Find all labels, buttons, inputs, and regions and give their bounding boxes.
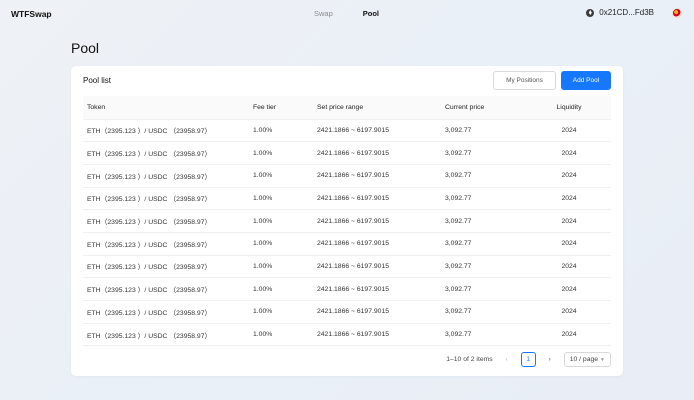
cell-current-price: 3,092.77 [441,323,545,347]
tab-swap[interactable]: Swap [314,9,333,18]
card-title: Pool list [83,76,112,85]
cell-token: ETH（2395.123 ）/ USDC （23958.97） [83,277,249,301]
column-header-token: Token [83,96,249,120]
pagination: 1–10 of 2 items ‹ 1 › 10 / page ▼ [446,352,611,367]
tab-pool[interactable]: Pool [363,9,379,18]
prev-page-icon[interactable]: ‹ [501,356,513,363]
table-row[interactable]: ETH（2395.123 ）/ USDC （23958.97） 1.00% 2421… [83,141,611,165]
page-title: Pool [71,40,100,56]
cell-price-range: 2421.1866 ~ 6197.9015 [313,164,441,188]
cell-fee-tier: 1.00% [249,255,313,279]
cell-fee-tier: 1.00% [249,187,313,211]
cell-liquidity: 2024 [545,209,611,233]
next-page-icon[interactable]: › [544,356,556,363]
page-1-button[interactable]: 1 [520,352,536,367]
cell-fee-tier: 1.00% [249,141,313,165]
table-row[interactable]: ETH（2395.123 ）/ USDC （23958.97） 1.00% 2421… [83,119,611,143]
main-nav: Swap Pool [314,9,379,18]
cell-price-range: 2421.1866 ~ 6197.9015 [313,209,441,233]
column-header-liquidity: Liquidity [545,96,611,120]
pool-table: Token Fee tier Set price range Current p… [83,96,611,347]
cell-fee-tier: 1.00% [249,164,313,188]
cell-token: ETH（2395.123 ）/ USDC （23958.97） [83,323,249,347]
cell-liquidity: 2024 [545,323,611,347]
cell-price-range: 2421.1866 ~ 6197.9015 [313,119,441,143]
table-row[interactable]: ETH（2395.123 ）/ USDC （23958.97） 1.00% 2421… [83,300,611,324]
page-size-select[interactable]: 10 / page ▼ [563,352,611,367]
cell-price-range: 2421.1866 ~ 6197.9015 [313,277,441,301]
cell-current-price: 3,092.77 [441,164,545,188]
cell-token: ETH（2395.123 ）/ USDC （23958.97） [83,164,249,188]
cell-current-price: 3,092.77 [441,300,545,324]
table-row[interactable]: ETH（2395.123 ）/ USDC （23958.97） 1.00% 2421… [83,164,611,188]
table-row[interactable]: ETH（2395.123 ）/ USDC （23958.97） 1.00% 2421… [83,277,611,301]
cell-token: ETH（2395.123 ）/ USDC （23958.97） [83,232,249,256]
eth-icon [586,8,595,17]
cell-fee-tier: 1.00% [249,209,313,233]
cell-token: ETH（2395.123 ）/ USDC （23958.97） [83,255,249,279]
table-row[interactable]: ETH（2395.123 ）/ USDC （23958.97） 1.00% 2421… [83,255,611,279]
cell-price-range: 2421.1866 ~ 6197.9015 [313,323,441,347]
cell-token: ETH（2395.123 ）/ USDC （23958.97） [83,141,249,165]
cell-fee-tier: 1.00% [249,277,313,301]
table-row[interactable]: ETH（2395.123 ）/ USDC （23958.97） 1.00% 2421… [83,323,611,347]
table-row[interactable]: ETH（2395.123 ）/ USDC （23958.97） 1.00% 2421… [83,209,611,233]
cell-price-range: 2421.1866 ~ 6197.9015 [313,232,441,256]
cell-fee-tier: 1.00% [249,119,313,143]
chevron-down-icon: ▼ [600,356,605,363]
cell-liquidity: 2024 [545,300,611,324]
table-header-row: Token Fee tier Set price range Current p… [83,96,611,120]
cell-price-range: 2421.1866 ~ 6197.9015 [313,300,441,324]
cell-current-price: 3,092.77 [441,119,545,143]
table-row[interactable]: ETH（2395.123 ）/ USDC （23958.97） 1.00% 2421… [83,187,611,211]
avatar-icon[interactable] [672,8,682,18]
cell-fee-tier: 1.00% [249,232,313,256]
add-pool-button[interactable]: Add Pool [561,71,611,90]
cell-liquidity: 2024 [545,255,611,279]
cell-current-price: 3,092.77 [441,277,545,301]
app-logo[interactable]: WTFSwap [11,9,52,19]
pagination-summary: 1–10 of 2 items [446,356,493,363]
wallet-address: 0x21CD...Fd3B [599,8,654,17]
cell-liquidity: 2024 [545,232,611,256]
column-header-price-range: Set price range [313,96,441,120]
page-size-value: 10 / page [569,356,599,363]
cell-price-range: 2421.1866 ~ 6197.9015 [313,255,441,279]
my-positions-button[interactable]: My Positions [493,71,556,90]
pool-list-card: Pool list My Positions Add Pool Token Fe… [71,66,623,376]
cell-current-price: 3,092.77 [441,141,545,165]
cell-token: ETH（2395.123 ）/ USDC （23958.97） [83,300,249,324]
cell-current-price: 3,092.77 [441,232,545,256]
cell-price-range: 2421.1866 ~ 6197.9015 [313,141,441,165]
cell-token: ETH（2395.123 ）/ USDC （23958.97） [83,209,249,233]
cell-price-range: 2421.1866 ~ 6197.9015 [313,187,441,211]
cell-liquidity: 2024 [545,277,611,301]
cell-liquidity: 2024 [545,164,611,188]
cell-current-price: 3,092.77 [441,187,545,211]
cell-fee-tier: 1.00% [249,300,313,324]
cell-fee-tier: 1.00% [249,323,313,347]
column-header-fee-tier: Fee tier [249,96,313,120]
table-row[interactable]: ETH（2395.123 ）/ USDC （23958.97） 1.00% 2421… [83,232,611,256]
cell-liquidity: 2024 [545,141,611,165]
cell-token: ETH（2395.123 ）/ USDC （23958.97） [83,187,249,211]
cell-current-price: 3,092.77 [441,255,545,279]
cell-liquidity: 2024 [545,187,611,211]
cell-current-price: 3,092.77 [441,209,545,233]
column-header-current-price: Current price [441,96,545,120]
cell-liquidity: 2024 [545,119,611,143]
cell-token: ETH（2395.123 ）/ USDC （23958.97） [83,119,249,143]
top-navbar: WTFSwap Swap Pool 0x21CD...Fd3B [0,0,694,28]
wallet-button[interactable]: 0x21CD...Fd3B [586,8,654,17]
